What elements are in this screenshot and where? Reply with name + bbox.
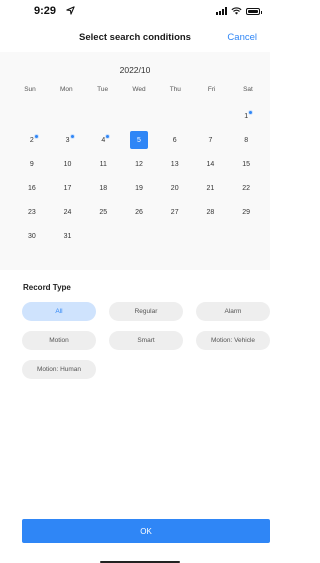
record-type-chip[interactable]: Alarm — [196, 302, 270, 321]
calendar-day-number: 14 — [206, 160, 215, 168]
calendar-day-number: 6 — [172, 136, 177, 144]
location-arrow-icon — [66, 6, 75, 15]
record-type-chip[interactable]: Motion — [22, 331, 96, 350]
day-grid: 1 2 3 4 5 6 7 8 9 10 11 12 13 14 15 16 17 18 19 20 21 22 23 24 2… — [14, 104, 264, 248]
calendar-day[interactable]: 27 — [157, 200, 193, 224]
calendar-day-number: 24 — [63, 208, 72, 216]
record-type-chip[interactable]: Smart — [109, 331, 183, 350]
calendar-day-number: 29 — [242, 208, 251, 216]
weekday-label: Tue — [97, 86, 109, 93]
calendar-day[interactable]: 23 — [14, 200, 50, 224]
calendar-day-number: 30 — [27, 232, 36, 240]
weekday-label: Sat — [243, 86, 253, 93]
calendar-empty-cell — [157, 104, 193, 128]
cellular-signal-icon — [216, 7, 227, 15]
calendar-day[interactable]: 4 — [85, 128, 121, 152]
calendar-day[interactable]: 7 — [193, 128, 229, 152]
weekday-label: Fri — [207, 86, 216, 93]
calendar-day-number: 3 — [65, 136, 70, 144]
calendar-day-number: 21 — [206, 184, 215, 192]
recording-dot-icon — [248, 109, 254, 115]
weekday-label: Wed — [132, 86, 146, 93]
calendar-day-number: 9 — [29, 160, 34, 168]
calendar-day-number: 12 — [135, 160, 143, 168]
calendar-day[interactable]: 2 — [14, 128, 50, 152]
calendar-empty-cell — [193, 104, 229, 128]
calendar-day-number: 5 — [137, 136, 141, 144]
calendar-day[interactable]: 6 — [157, 128, 193, 152]
calendar-day[interactable]: 29 — [228, 200, 264, 224]
calendar-day[interactable]: 28 — [193, 200, 229, 224]
recording-dot-icon — [105, 133, 111, 139]
weekday-label: Thu — [169, 86, 181, 93]
calendar-day[interactable]: 10 — [50, 152, 86, 176]
calendar-empty-cell — [50, 104, 86, 128]
calendar-day[interactable]: 13 — [157, 152, 193, 176]
calendar-day-number: 26 — [135, 208, 143, 216]
calendar-day[interactable]: 26 — [121, 200, 157, 224]
calendar-day[interactable]: 17 — [50, 176, 86, 200]
calendar-day-number: 16 — [27, 184, 36, 192]
header: Select search conditions Cancel — [0, 27, 270, 49]
month-label[interactable]: 2022/10 — [0, 65, 270, 75]
calendar-day-number: 23 — [27, 208, 36, 216]
calendar-day-number: 20 — [170, 184, 179, 192]
record-type-title: Record Type — [23, 283, 71, 292]
calendar-day[interactable]: 31 — [50, 224, 86, 248]
calendar-day[interactable]: 9 — [14, 152, 50, 176]
calendar-day-number: 2 — [29, 136, 34, 144]
calendar-day-number: 18 — [99, 184, 108, 192]
calendar-day[interactable]: 21 — [193, 176, 229, 200]
status-time: 9:29 — [34, 5, 57, 17]
status-icons — [216, 7, 262, 15]
calendar-day-number: 15 — [242, 160, 251, 168]
calendar: 2022/10 Sun Mon Tue Wed Thu Fri Sat 1234567891… — [0, 52, 270, 270]
weekday-header: Sun Mon Tue Wed Thu Fri Sat — [14, 86, 264, 93]
calendar-day-number: 13 — [170, 160, 179, 168]
calendar-day-number: 11 — [99, 160, 107, 168]
calendar-day[interactable]: 5 — [121, 128, 157, 152]
calendar-day[interactable]: 11 — [85, 152, 121, 176]
calendar-day[interactable]: 19 — [121, 176, 157, 200]
calendar-day[interactable]: 24 — [50, 200, 86, 224]
calendar-day-number: 31 — [63, 232, 72, 240]
record-type-chip[interactable]: Motion: Human — [22, 360, 96, 379]
calendar-day[interactable]: 14 — [193, 152, 229, 176]
record-type-chip[interactable]: Regular — [109, 302, 183, 321]
calendar-day[interactable]: 16 — [14, 176, 50, 200]
calendar-day-number: 7 — [208, 136, 213, 144]
calendar-day-number: 28 — [206, 208, 215, 216]
calendar-day[interactable]: 15 — [228, 152, 264, 176]
calendar-day-number: 22 — [242, 184, 251, 192]
status-bar: 9:29 — [0, 0, 270, 24]
calendar-day[interactable]: 25 — [85, 200, 121, 224]
cancel-button[interactable]: Cancel — [227, 32, 257, 43]
calendar-day-number: 17 — [63, 184, 72, 192]
calendar-empty-cell — [85, 104, 121, 128]
calendar-day-number: 25 — [99, 208, 108, 216]
calendar-day[interactable]: 3 — [50, 128, 86, 152]
calendar-empty-cell — [121, 104, 157, 128]
calendar-day[interactable]: 1 — [228, 104, 264, 128]
recording-dot-icon — [69, 133, 75, 139]
calendar-day-number: 8 — [244, 136, 249, 144]
calendar-day-number: 10 — [63, 160, 72, 168]
calendar-empty-cell — [14, 104, 50, 128]
weekday-label: Mon — [60, 86, 73, 93]
battery-icon — [246, 7, 262, 15]
calendar-day[interactable]: 8 — [228, 128, 264, 152]
record-type-chip[interactable]: Motion: Vehicle — [196, 331, 270, 350]
calendar-day[interactable]: 18 — [85, 176, 121, 200]
calendar-day[interactable]: 12 — [121, 152, 157, 176]
calendar-day-number: 27 — [170, 208, 179, 216]
calendar-day[interactable]: 22 — [228, 176, 264, 200]
calendar-day[interactable]: 30 — [14, 224, 50, 248]
weekday-label: Sun — [24, 86, 36, 93]
wifi-icon — [231, 7, 242, 15]
record-type-chip[interactable]: All — [22, 302, 96, 321]
recording-dot-icon — [33, 133, 39, 139]
ok-button[interactable]: OK — [22, 519, 270, 543]
calendar-day[interactable]: 20 — [157, 176, 193, 200]
calendar-day-number: 19 — [135, 184, 143, 192]
